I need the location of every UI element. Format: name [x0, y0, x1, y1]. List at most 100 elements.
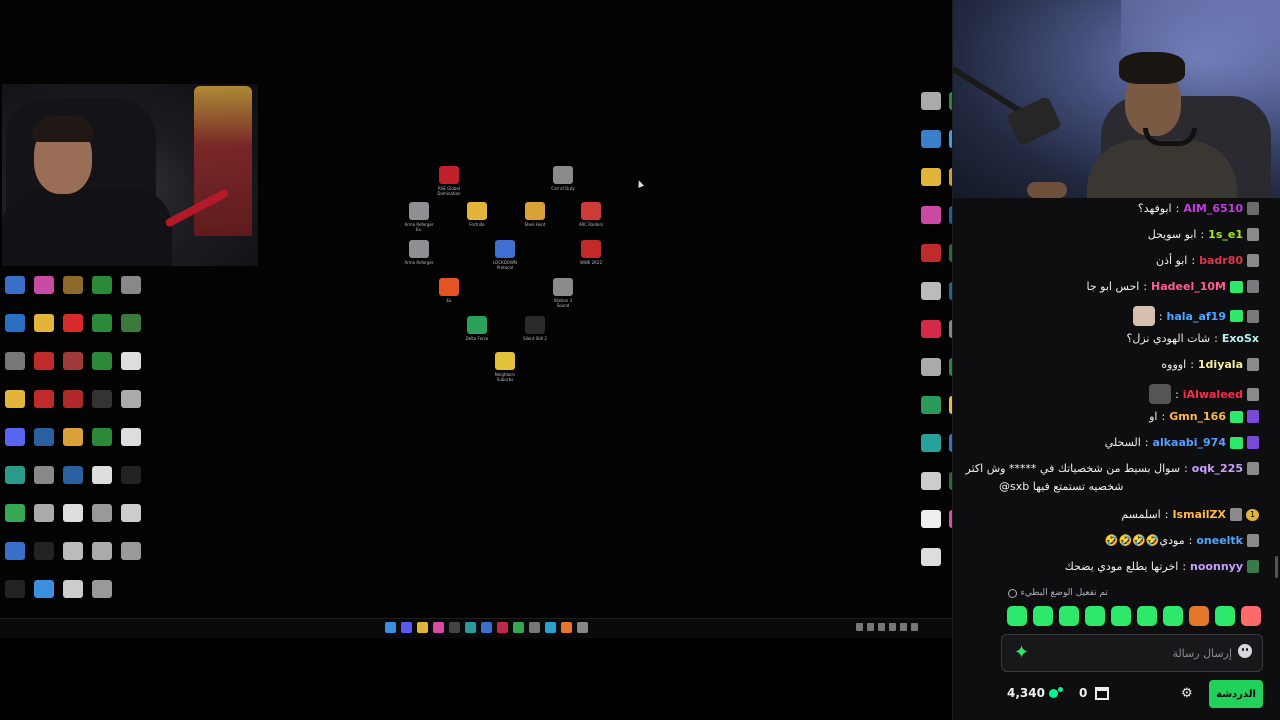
desktop-shortcut-icon[interactable] [2, 466, 28, 484]
desktop-shortcut-icon[interactable] [918, 244, 944, 262]
chat-username[interactable]: hala_af19 [1167, 310, 1226, 323]
taskbar-app-icon[interactable] [449, 622, 460, 633]
chat-username[interactable]: alkaabi_974 [1153, 436, 1226, 449]
desktop-shortcut-icon[interactable] [31, 390, 57, 408]
desktop-shortcut-icon[interactable] [2, 428, 28, 446]
desktop-shortcut-icon[interactable]: Neighbors Suburbs [492, 352, 518, 382]
desktop-shortcut-icon[interactable] [2, 542, 28, 560]
desktop-shortcut-icon[interactable] [31, 542, 57, 560]
quick-emote-icon[interactable] [1189, 606, 1209, 626]
chat-send-button[interactable]: الدردشة [1209, 680, 1263, 708]
channel-points[interactable]: 4,340 [1007, 686, 1063, 700]
desktop-shortcut-icon[interactable] [2, 276, 28, 294]
desktop-shortcut-icon[interactable] [118, 352, 144, 370]
gear-icon[interactable]: ⚙ [1181, 687, 1193, 701]
desktop-shortcut-icon[interactable] [60, 580, 86, 598]
quick-emote-icon[interactable] [1059, 606, 1079, 626]
desktop-shortcut-icon[interactable]: WWE 2K22 [578, 240, 604, 270]
chat-username[interactable]: oneeltk [1196, 534, 1243, 547]
desktop-shortcut-icon[interactable] [918, 358, 944, 376]
desktop-shortcut-icon[interactable] [60, 314, 86, 332]
desktop-shortcut-icon[interactable] [89, 504, 115, 522]
desktop-shortcut-icon[interactable] [89, 428, 115, 446]
desktop-shortcut-icon[interactable] [31, 504, 57, 522]
desktop-shortcut-icon[interactable]: Silent Still 2 [522, 316, 548, 346]
desktop-shortcut-icon[interactable] [31, 580, 57, 598]
desktop-shortcut-icon[interactable] [918, 320, 944, 338]
taskbar-app-icon[interactable] [513, 622, 524, 633]
quick-emote-icon[interactable] [1111, 606, 1131, 626]
taskbar-app-icon[interactable] [465, 622, 476, 633]
desktop-shortcut-icon[interactable] [89, 466, 115, 484]
quick-emote-icon[interactable] [1241, 606, 1261, 626]
desktop-shortcut-icon[interactable] [918, 130, 944, 148]
desktop-shortcut-icon[interactable]: LOCKDOWN Protocol [492, 240, 518, 270]
desktop-shortcut-icon[interactable] [918, 396, 944, 414]
chat-username[interactable]: noonnyy [1190, 560, 1243, 573]
chat-username[interactable]: oqk_225 [1192, 462, 1243, 475]
desktop-shortcut-icon[interactable] [89, 276, 115, 294]
desktop-shortcut-icon[interactable] [31, 466, 57, 484]
taskbar-app-icon[interactable] [433, 622, 444, 633]
desktop-shortcut-icon[interactable]: Arma Reforger [404, 240, 434, 270]
taskbar-app-icon[interactable] [561, 622, 572, 633]
quick-emote-icon[interactable] [1085, 606, 1105, 626]
desktop-shortcut-icon[interactable] [918, 434, 944, 452]
desktop-shortcut-icon[interactable] [31, 314, 57, 332]
chat-username[interactable]: Hadeel_10M [1151, 280, 1226, 293]
desktop-shortcut-icon[interactable] [2, 390, 28, 408]
desktop-shortcut-icon[interactable] [89, 314, 115, 332]
chat-username[interactable]: 1diyala [1198, 358, 1243, 371]
desktop-shortcut-icon[interactable] [31, 276, 57, 294]
desktop-shortcut-icon[interactable] [118, 466, 144, 484]
desktop-shortcut-icon[interactable] [89, 352, 115, 370]
taskbar-app-icon[interactable] [497, 622, 508, 633]
taskbar-app-icon[interactable] [401, 622, 412, 633]
chat-username[interactable]: AIM_6510 [1183, 202, 1243, 215]
desktop-shortcut-icon[interactable] [2, 352, 28, 370]
desktop-shortcut-icon[interactable] [31, 428, 57, 446]
desktop-shortcut-icon[interactable] [89, 542, 115, 560]
quick-emote-icon[interactable] [1033, 606, 1053, 626]
quick-emote-icon[interactable] [1215, 606, 1235, 626]
quick-emote-icon[interactable] [1163, 606, 1183, 626]
desktop-shortcut-icon[interactable] [918, 92, 944, 110]
desktop-shortcut-icon[interactable] [918, 168, 944, 186]
desktop-shortcut-icon[interactable] [89, 580, 115, 598]
desktop-shortcut-icon[interactable] [89, 390, 115, 408]
chat-username[interactable]: Gmn_166 [1169, 410, 1226, 423]
desktop-shortcut-icon[interactable] [60, 276, 86, 294]
desktop-shortcut-icon[interactable] [2, 580, 28, 598]
taskbar-app-icon[interactable] [481, 622, 492, 633]
desktop-shortcut-icon[interactable] [118, 542, 144, 560]
chat-scrollbar[interactable] [1275, 556, 1278, 578]
desktop-shortcut-icon[interactable]: ARC Raiders [578, 202, 604, 232]
quick-emote-icon[interactable] [1007, 606, 1027, 626]
emoji-icon[interactable] [1238, 644, 1252, 658]
taskbar-app-icon[interactable] [417, 622, 428, 633]
desktop-shortcut-icon[interactable] [118, 276, 144, 294]
chat-input-box[interactable]: ✦ [1001, 634, 1263, 672]
chat-username[interactable]: badr80 [1199, 254, 1243, 267]
chat-username[interactable]: iAlwaleed [1183, 388, 1243, 401]
desktop-shortcut-icon[interactable] [60, 504, 86, 522]
desktop-shortcut-icon[interactable] [60, 390, 86, 408]
desktop-shortcut-icon[interactable] [118, 390, 144, 408]
taskbar-app-icon[interactable] [577, 622, 588, 633]
taskbar-app-icon[interactable] [385, 622, 396, 633]
desktop-shortcut-icon[interactable] [918, 510, 944, 528]
desktop-shortcut-icon[interactable] [60, 466, 86, 484]
desktop-shortcut-icon[interactable] [918, 282, 944, 300]
desktop-shortcut-icon[interactable]: RSE Global Domination [436, 166, 462, 196]
desktop-shortcut-icon[interactable]: Station 3 Sound [550, 278, 576, 308]
desktop-shortcut-icon[interactable] [60, 542, 86, 560]
desktop-shortcut-icon[interactable]: Ea [436, 278, 462, 308]
desktop-shortcut-icon[interactable] [118, 504, 144, 522]
desktop-shortcut-icon[interactable] [2, 314, 28, 332]
desktop-shortcut-icon[interactable]: Arma Reforger Ex. [404, 202, 434, 232]
store-button[interactable]: 0 [1079, 686, 1110, 700]
desktop-shortcut-icon[interactable] [918, 548, 944, 566]
desktop-shortcut-icon[interactable] [31, 352, 57, 370]
chat-username[interactable]: IsmailZX [1172, 508, 1226, 521]
quick-emote-icon[interactable] [1137, 606, 1157, 626]
